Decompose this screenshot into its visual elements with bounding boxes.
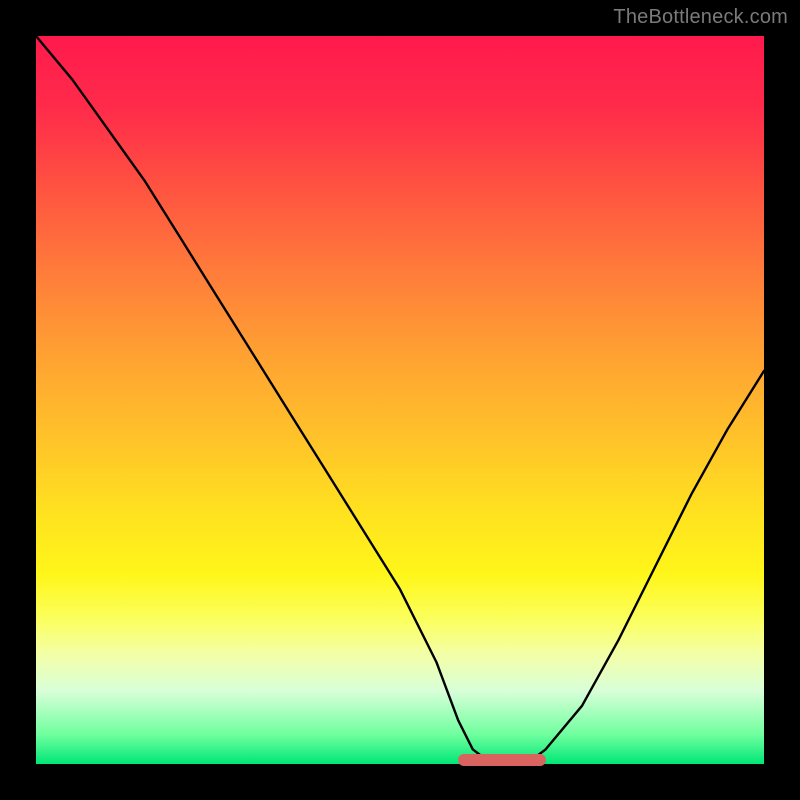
highlight-bar: [458, 754, 545, 766]
curve-svg: [36, 36, 764, 764]
watermark-text: TheBottleneck.com: [613, 6, 788, 29]
chart-frame: TheBottleneck.com: [0, 0, 800, 800]
plot-area: [36, 36, 764, 764]
bottleneck-curve: [36, 36, 764, 764]
